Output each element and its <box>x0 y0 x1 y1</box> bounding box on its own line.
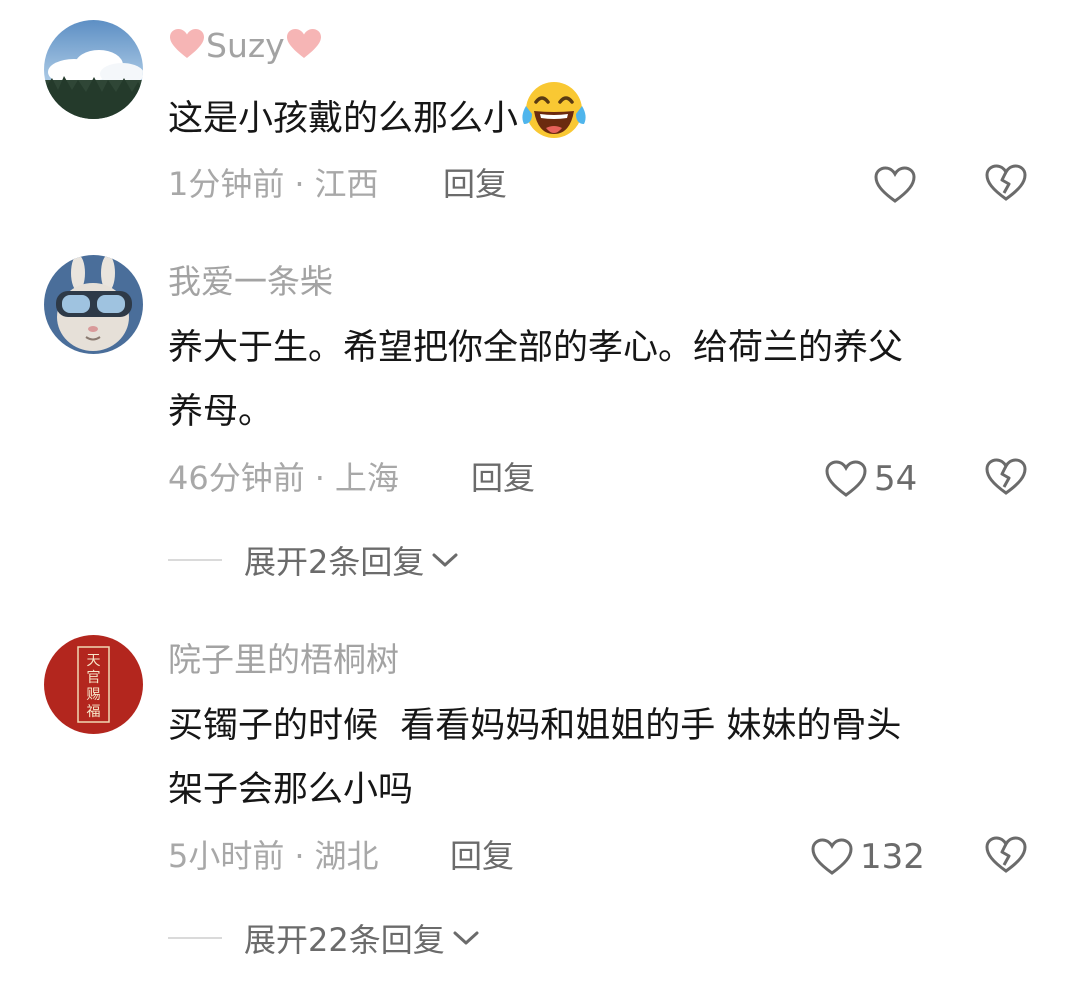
heart-outline-icon <box>810 837 854 877</box>
dislike-button[interactable] <box>984 835 1028 879</box>
heart-outline-icon <box>824 459 868 499</box>
svg-text:天: 天 <box>87 653 101 669</box>
red-seal-avatar-image: 天 官 赐 福 <box>44 635 143 734</box>
expand-replies-label: 展开22条回复 <box>244 921 445 959</box>
like-button[interactable]: 54 <box>824 457 917 501</box>
broken-heart-icon <box>984 457 1028 501</box>
broken-heart-icon <box>984 163 1028 207</box>
dislike-button[interactable] <box>984 457 1028 501</box>
comment-text[interactable]: 这是小孩戴的么那么小 <box>168 80 1048 151</box>
sky-clouds-avatar-image <box>44 20 143 119</box>
avatar[interactable] <box>44 255 143 354</box>
chevron-down-icon <box>430 549 460 571</box>
location-label: 湖北 <box>314 837 379 875</box>
location-label: 上海 <box>334 459 399 497</box>
reply-button[interactable]: 回复 <box>443 164 507 204</box>
comment-meta: 1分钟前 · 江西 <box>168 164 379 204</box>
meta-separator: · <box>294 837 305 875</box>
location-label: 江西 <box>314 165 379 203</box>
username[interactable]: 院子里的梧桐树 <box>168 640 399 680</box>
pink-heart-icon <box>285 27 323 61</box>
broken-heart-icon <box>984 835 1028 879</box>
divider-line <box>168 937 222 939</box>
dislike-button[interactable] <box>984 163 1028 207</box>
like-button[interactable] <box>873 163 917 207</box>
svg-text:福: 福 <box>87 704 101 720</box>
expand-replies-button[interactable]: 展开2条回复 <box>168 538 460 582</box>
svg-text:官: 官 <box>87 670 101 686</box>
time-label: 1分钟前 <box>168 165 285 203</box>
expand-replies-label: 展开2条回复 <box>244 543 425 581</box>
heart-outline-icon <box>873 165 917 205</box>
reply-button[interactable]: 回复 <box>471 458 535 498</box>
avatar[interactable]: 天 官 赐 福 <box>44 635 143 734</box>
time-label: 5小时前 <box>168 837 285 875</box>
avatar[interactable] <box>44 20 143 119</box>
like-button[interactable]: 132 <box>810 835 925 879</box>
chevron-down-icon <box>451 927 481 949</box>
time-label: 46分钟前 <box>168 459 305 497</box>
bunny-goggles-avatar-image <box>44 255 143 354</box>
divider-line <box>168 559 222 561</box>
expand-replies-button[interactable]: 展开22条回复 <box>168 916 481 960</box>
like-count: 54 <box>874 459 918 499</box>
reply-button[interactable]: 回复 <box>450 836 514 876</box>
comment-meta: 5小时前 · 湖北 <box>168 836 379 876</box>
meta-separator: · <box>294 165 305 203</box>
like-count: 132 <box>860 837 925 877</box>
username[interactable]: 我爱一条柴 <box>168 262 333 302</box>
username[interactable]: Suzy <box>168 26 323 66</box>
comment-meta: 46分钟前 · 上海 <box>168 458 399 498</box>
svg-text:赐: 赐 <box>87 687 101 703</box>
comment-text[interactable]: 养大于生。希望把你全部的孝心。给荷兰的养父 养母。 <box>168 316 1048 444</box>
pink-heart-icon <box>168 27 206 61</box>
meta-separator: · <box>314 459 325 497</box>
comment-text[interactable]: 买镯子的时候 看看妈妈和姐姐的手 妹妹的骨头 架子会那么小吗 <box>168 694 1048 822</box>
laugh-crying-emoji <box>518 80 590 140</box>
